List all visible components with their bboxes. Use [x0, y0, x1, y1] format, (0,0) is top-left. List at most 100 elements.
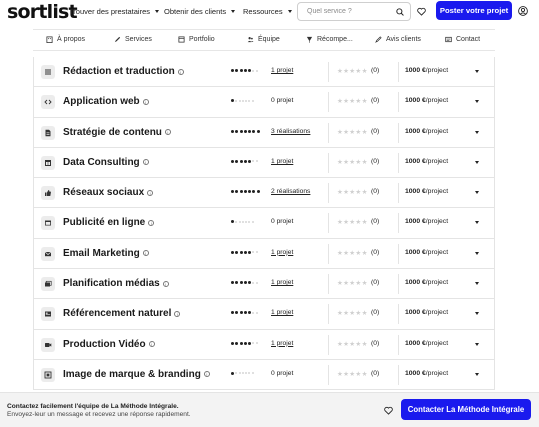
- filled-dot: [248, 159, 252, 163]
- filled-dot: [256, 190, 260, 194]
- price-value: 1000 €: [405, 339, 426, 347]
- info-icon[interactable]: i: [148, 219, 155, 226]
- chevron-down-icon[interactable]: [475, 100, 479, 104]
- rating-count: (0): [371, 157, 380, 165]
- service-row[interactable]: Publicité en ligne i 0 projet ★★★★★ (0) 1000 …: [33, 208, 495, 239]
- tab-services[interactable]: Services: [114, 36, 152, 43]
- service-row[interactable]: Application web i 0 projet ★★★★★ (0) 1000 €/p…: [33, 87, 495, 118]
- filled-dot: [239, 311, 243, 315]
- service-name-group: Publicité en ligne i: [63, 217, 155, 229]
- contact-agency-button[interactable]: Contacter La Méthode Intégrale: [401, 399, 531, 420]
- tab-label: Récompe...: [317, 36, 353, 43]
- info-icon[interactable]: i: [174, 310, 181, 317]
- projects-link[interactable]: 2 réalisations: [271, 188, 310, 195]
- chevron-down-icon[interactable]: [475, 282, 479, 286]
- info-icon[interactable]: i: [164, 129, 171, 136]
- info-icon[interactable]: i: [147, 189, 154, 196]
- price-value: 1000 €: [405, 188, 426, 196]
- heart-icon[interactable]: [384, 406, 393, 415]
- filled-dot: [235, 190, 239, 194]
- service-price: 1000 €/project: [405, 158, 448, 165]
- price-unit: /project: [425, 248, 449, 256]
- experience-dots: [231, 159, 258, 163]
- experience-dots: [231, 371, 254, 375]
- service-name: Publicité en ligne: [63, 217, 146, 229]
- service-price: 1000 €/project: [405, 128, 448, 135]
- search-icon[interactable]: [396, 8, 404, 16]
- price-value: 1000 €: [405, 67, 426, 74]
- nav-find-providers[interactable]: Trouver des prestataires: [69, 7, 160, 16]
- column-divider: [398, 304, 399, 325]
- empty-dot: [251, 372, 254, 375]
- service-row[interactable]: Data Consulting i 1 projet ★★★★★ (0) 1000 €/p…: [33, 147, 495, 179]
- info-icon[interactable]: i: [148, 341, 155, 348]
- star-icon: ★: [361, 189, 368, 197]
- chevron-down-icon: [155, 10, 160, 13]
- tab-contact[interactable]: Contact: [445, 36, 480, 43]
- chevron-down-icon[interactable]: [475, 342, 479, 346]
- search-input[interactable]: [307, 8, 392, 15]
- empty-dot: [252, 251, 255, 254]
- building-icon: [46, 36, 53, 43]
- service-row[interactable]: Production Vidéo i 1 projet ★★★★★ (0) 1000 €/…: [33, 329, 495, 360]
- service-name-group: Image de marque & branding i: [63, 369, 210, 380]
- tab-awards[interactable]: Récompe...: [306, 36, 353, 43]
- service-row[interactable]: Rédaction et traduction i 1 projet ★★★★★ (0)…: [33, 57, 495, 88]
- tab-reviews[interactable]: Avis clients: [375, 36, 421, 43]
- nav-resources[interactable]: Ressources: [243, 7, 292, 16]
- service-row[interactable]: Réseaux sociaux i 2 réalisations ★★★★★ (0) 10…: [33, 178, 495, 209]
- projects-link[interactable]: 1 projet: [271, 279, 293, 286]
- price-unit: /project: [425, 369, 449, 377]
- branding-icon: [41, 367, 55, 382]
- service-row[interactable]: Planification médias i 1 projet ★★★★★ (0) 100…: [33, 269, 495, 300]
- info-icon[interactable]: i: [142, 159, 149, 166]
- projects-link[interactable]: 1 projet: [271, 158, 293, 165]
- column-divider: [398, 183, 399, 204]
- tab-portfolio[interactable]: Portfolio: [178, 36, 215, 43]
- post-project-button[interactable]: Poster votre projet: [436, 1, 512, 20]
- projects-link[interactable]: 1 projet: [271, 67, 293, 74]
- projects-link[interactable]: 1 projet: [271, 340, 293, 347]
- chevron-down-icon[interactable]: [475, 312, 479, 316]
- service-row[interactable]: Email Marketing i 1 projet ★★★★★ (0) 1000 €/p…: [33, 238, 495, 270]
- filled-dot: [243, 250, 247, 254]
- user-account-icon[interactable]: [518, 6, 528, 16]
- nav-get-clients[interactable]: Obtenir des clients: [164, 7, 236, 16]
- chevron-down-icon[interactable]: [475, 191, 479, 195]
- projects-link[interactable]: 3 réalisations: [271, 128, 310, 135]
- filled-dot: [235, 250, 239, 254]
- heart-icon[interactable]: [417, 7, 426, 16]
- info-icon[interactable]: i: [203, 371, 210, 378]
- info-icon[interactable]: i: [142, 98, 149, 105]
- experience-dots: [231, 281, 258, 285]
- empty-dot: [235, 372, 238, 375]
- info-icon[interactable]: i: [142, 250, 149, 257]
- chevron-down-icon[interactable]: [475, 130, 479, 134]
- info-icon[interactable]: i: [177, 68, 184, 75]
- projects-link[interactable]: 1 projet: [271, 249, 293, 256]
- service-row[interactable]: Image de marque & branding i 0 projet ★★★★★…: [33, 359, 495, 391]
- empty-dot: [238, 372, 241, 375]
- contact-bar-subtitle: Envoyez-leur un message et recevez une r…: [7, 411, 191, 418]
- service-row[interactable]: Référencement naturel i 1 projet ★★★★★ (0) 10…: [33, 299, 495, 330]
- tab-about[interactable]: À propos: [46, 36, 85, 43]
- sortlist-logo[interactable]: sortlist: [7, 1, 78, 23]
- filled-dot: [231, 129, 234, 133]
- chevron-down-icon[interactable]: [475, 221, 479, 225]
- chevron-down-icon[interactable]: [475, 251, 479, 255]
- chevron-down-icon[interactable]: [475, 160, 479, 164]
- projects-link[interactable]: 1 projet: [271, 309, 293, 316]
- filled-dot: [248, 281, 252, 285]
- empty-dot: [241, 99, 244, 102]
- info-icon[interactable]: i: [162, 280, 169, 287]
- search-box[interactable]: [297, 2, 411, 21]
- column-divider: [398, 62, 399, 82]
- chevron-down-icon[interactable]: [475, 70, 479, 73]
- code-icon: [41, 95, 55, 110]
- empty-dot: [255, 311, 258, 314]
- chevron-down-icon[interactable]: [475, 372, 479, 376]
- tab-team[interactable]: Équipe: [247, 36, 280, 43]
- rating-stars: ★★★★★: [337, 158, 368, 166]
- service-row[interactable]: Stratégie de contenu i 3 réalisations ★★★★★…: [33, 117, 495, 148]
- experience-dots: [231, 129, 260, 133]
